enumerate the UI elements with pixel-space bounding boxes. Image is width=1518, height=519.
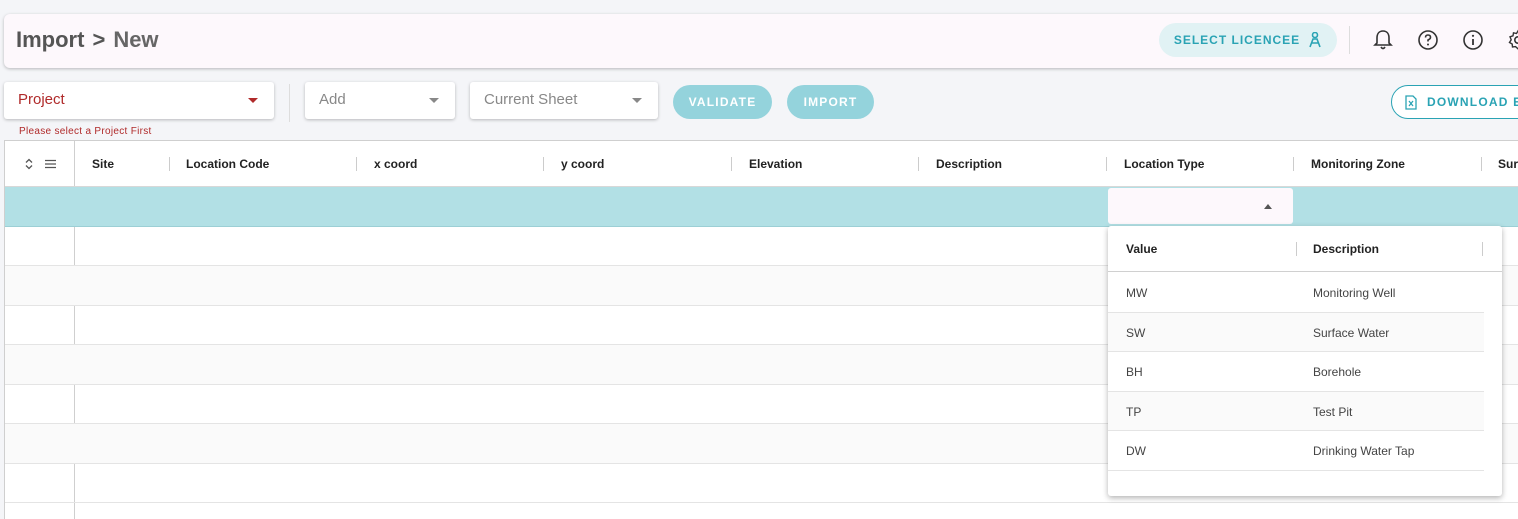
project-select[interactable]: Project: [4, 82, 274, 119]
validate-button[interactable]: VALIDATE: [673, 85, 772, 119]
dropdown-option[interactable]: BH Borehole: [1108, 352, 1484, 392]
chevron-up-icon: [1264, 204, 1272, 209]
option-value: TP: [1126, 404, 1142, 419]
column-separator[interactable]: [1481, 157, 1482, 171]
dropdown-option[interactable]: MW Monitoring Well: [1108, 273, 1484, 313]
column-header-sur[interactable]: Sur: [1498, 141, 1518, 187]
dropdown-option[interactable]: SW Surface Water: [1108, 312, 1484, 352]
column-separator[interactable]: [356, 157, 357, 171]
option-description: Monitoring Well: [1313, 286, 1396, 300]
dropdown-option[interactable]: DW Drinking Water Tap: [1108, 431, 1484, 471]
dropdown-header-value: Value: [1126, 242, 1158, 256]
option-description: Surface Water: [1313, 325, 1390, 340]
project-select-value: Project: [18, 91, 65, 108]
sheet-select-placeholder: Current Sheet: [484, 91, 578, 108]
column-separator[interactable]: [1296, 242, 1297, 256]
breadcrumb-current: New: [113, 27, 159, 52]
option-description: Test Pit: [1313, 404, 1353, 419]
column-separator[interactable]: [1293, 157, 1294, 171]
column-header-y-coord[interactable]: y coord: [561, 141, 604, 187]
column-header-site[interactable]: Site: [92, 141, 114, 187]
option-value: SW: [1126, 325, 1146, 340]
top-bar: Import > New SELECT LICENCEE: [4, 14, 1518, 68]
column-header-location-type[interactable]: Location Type: [1124, 141, 1204, 187]
breadcrumb-parent[interactable]: Import: [16, 27, 84, 52]
option-value: MW: [1126, 286, 1148, 300]
column-separator[interactable]: [169, 157, 170, 171]
column-separator[interactable]: [1482, 242, 1483, 256]
column-header-location-code[interactable]: Location Code: [186, 141, 269, 187]
info-icon[interactable]: [1461, 28, 1485, 52]
breadcrumb-separator: >: [92, 27, 106, 52]
help-icon[interactable]: [1416, 28, 1440, 52]
column-header-monitoring-zone[interactable]: Monitoring Zone: [1311, 141, 1405, 187]
option-description: Borehole: [1313, 365, 1362, 379]
option-description: Drinking Water Tap: [1313, 444, 1415, 458]
column-header-x-coord[interactable]: x coord: [374, 141, 417, 187]
select-licencee-label: SELECT LICENCEE: [1173, 33, 1301, 47]
bell-icon[interactable]: [1371, 28, 1395, 52]
header-divider: [1349, 26, 1350, 54]
chevron-down-icon: [429, 98, 439, 103]
chevron-down-icon: [632, 98, 642, 103]
sheet-select[interactable]: Current Sheet: [470, 82, 658, 119]
dropdown-header-description: Description: [1313, 242, 1380, 256]
column-header-elevation[interactable]: Elevation: [749, 141, 802, 187]
dropdown-header: Value Description: [1108, 226, 1502, 272]
download-label: DOWNLOAD E: [1427, 95, 1518, 109]
column-header-description[interactable]: Description: [936, 141, 1002, 187]
chevron-down-icon: [248, 98, 258, 103]
download-button[interactable]: DOWNLOAD E: [1391, 85, 1518, 119]
option-value: BH: [1126, 365, 1143, 379]
add-select-placeholder: Add: [319, 91, 346, 108]
location-type-select[interactable]: [1108, 188, 1293, 224]
breadcrumb: Import > New: [16, 27, 159, 53]
add-select[interactable]: Add: [305, 82, 455, 119]
column-separator[interactable]: [918, 157, 919, 171]
import-button[interactable]: IMPORT: [787, 85, 874, 119]
column-separator[interactable]: [731, 157, 732, 171]
column-separator[interactable]: [1106, 157, 1107, 171]
location-type-dropdown: Value Description MW Monitoring Well SW …: [1108, 226, 1502, 496]
column-separator[interactable]: [543, 157, 544, 171]
toolbar-divider: [289, 84, 290, 122]
excel-file-icon: [1405, 94, 1417, 110]
grid-header: Site Location Code x coord y coord Eleva…: [5, 141, 1518, 187]
option-value: DW: [1126, 444, 1146, 458]
select-licencee-button[interactable]: SELECT LICENCEE: [1159, 23, 1337, 57]
project-error-message: Please select a Project First: [19, 126, 152, 137]
dropdown-option[interactable]: TP Test Pit: [1108, 391, 1484, 431]
settings-icon[interactable]: [1506, 28, 1518, 52]
licencee-icon: [1309, 32, 1321, 48]
